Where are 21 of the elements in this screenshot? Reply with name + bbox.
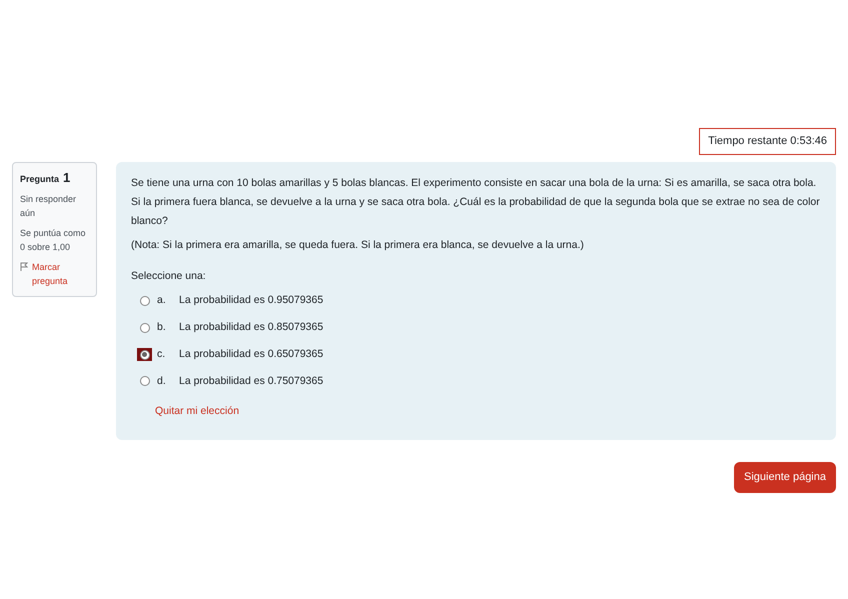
timer: Tiempo restante 0:53:46 [699,128,836,154]
option-letter: d. [157,374,167,388]
flag-link[interactable]: Marcar pregunta [20,260,89,288]
option-letter: b. [157,320,167,335]
radio-button[interactable] [137,348,152,362]
question-title: Pregunta [20,172,60,186]
clear-choice-link[interactable]: Quitar mi elección [155,404,821,420]
next-page-button[interactable]: Siguiente página [734,462,836,492]
option-label[interactable]: La probabilidad es 0.65079365 [179,346,324,362]
option-letter: c. [157,346,166,362]
status-text: Sin responder aún [20,192,78,220]
option-letter: a. [157,293,167,308]
prompt-text: Seleccione una: [131,268,207,284]
flag-icon [20,262,28,270]
option-label[interactable]: La probabilidad es 0.75079365 [179,374,324,390]
question-text: Se tiene una urna con 10 bolas amarillas y 5 bolas blancas. El experimento consiste en sacar una bola de la urna: Si es amarilla, se saca otra bola. Si la primera fuera blanca, se devuelve a la urna y se saca otra bola. ¿Cuál es la probabilidad de que la segunda bola que se extrae no sea de color blanco? [131,176,821,228]
option-label[interactable]: La probabilidad es 0.85079365 [179,320,324,336]
note-text: (Nota: Si la primera era amarilla, se queda fuera. Si la primera era blanca, se devuelve a la urna.) [131,238,585,252]
grade-text: Se puntúa como 0 sobre 1,00 [20,226,87,254]
option-label[interactable]: La probabilidad es 0.95079365 [179,293,324,309]
question-number: 1 [63,170,70,184]
